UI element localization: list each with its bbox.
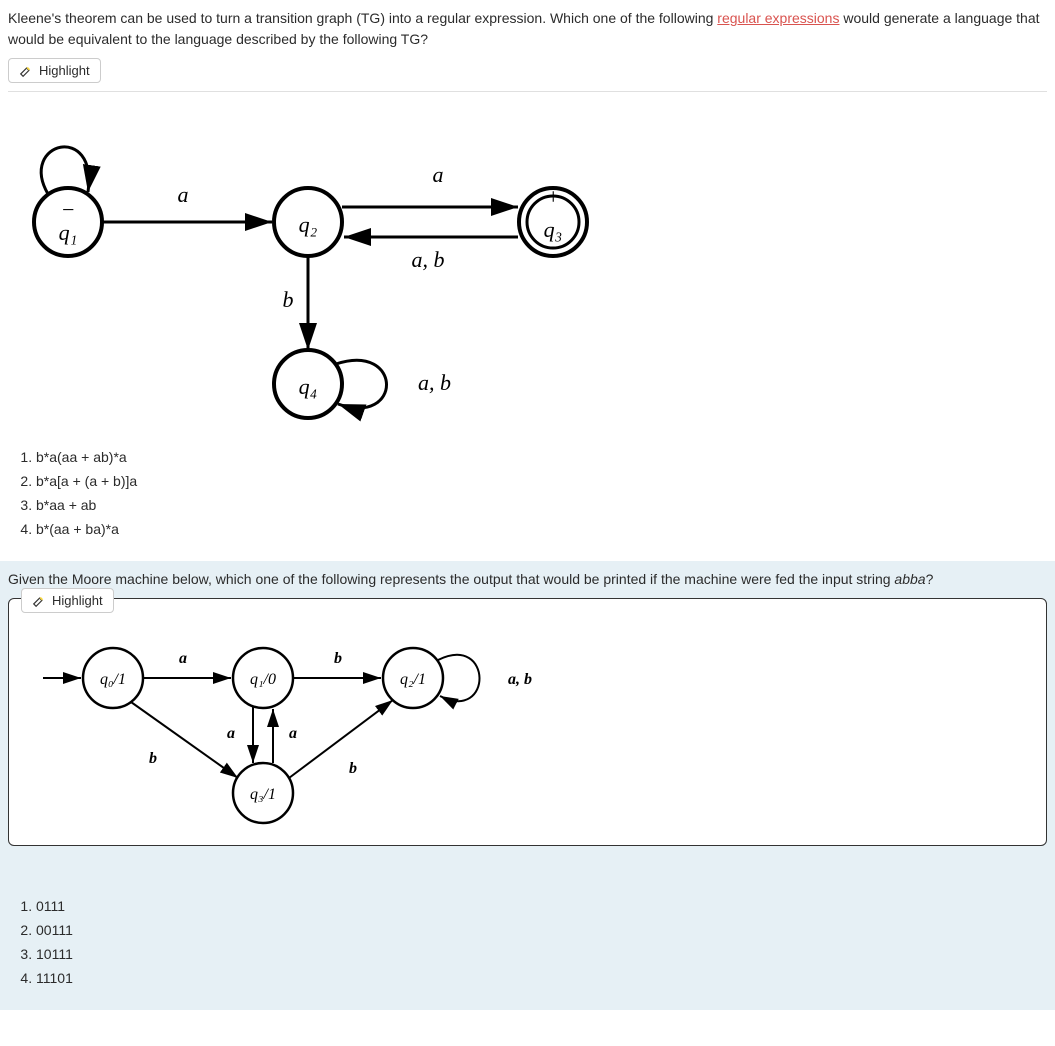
edge-q1-q2m: b <box>334 650 342 667</box>
question-2-text: Given the Moore machine below, which one… <box>8 569 1047 590</box>
state-q4: q₄ <box>299 374 318 399</box>
question-1-text: Kleene's theorem can be used to turn a t… <box>8 8 1047 50</box>
q1-answer-1[interactable]: b*a(aa + ab)*a <box>36 449 1047 465</box>
edge-q3-q2-bot: a, b <box>412 247 445 272</box>
state-q3: q₃ <box>544 217 563 242</box>
edge-q0-q3: b <box>149 750 157 767</box>
highlight-label: Highlight <box>39 63 90 78</box>
q1-answers: b*a(aa + ab)*a b*a[a + (a + b)]a b*aa + … <box>8 437 1047 537</box>
state-q0: q₀/1 <box>100 671 126 688</box>
edge-q1-q3: a <box>227 725 235 742</box>
state-q1: q₁ <box>59 220 78 245</box>
q2-answer-2[interactable]: 00111 <box>36 922 1047 938</box>
q1-answer-4[interactable]: b*(aa + ba)*a <box>36 521 1047 537</box>
q2-answer-1[interactable]: 0111 <box>36 898 1047 914</box>
edge-q0-q1: a <box>179 650 187 667</box>
highlight-label: Highlight <box>52 593 103 608</box>
state-q2: q₂ <box>299 212 318 237</box>
q1-pre: Kleene's theorem can be used to turn a t… <box>8 10 717 26</box>
state-q3m: q₃/1 <box>250 786 276 803</box>
edge-q3-q1: a <box>289 725 297 742</box>
highlight-button-q1[interactable]: Highlight <box>8 58 101 83</box>
question-2: Given the Moore machine below, which one… <box>0 561 1055 1010</box>
highlight-icon <box>19 64 33 78</box>
highlight-icon <box>32 594 46 608</box>
q2-post: ? <box>926 571 934 587</box>
edge-q2-loop: a, b <box>508 671 532 688</box>
edge-q3-q2: b <box>349 760 357 777</box>
svg-text:+: + <box>546 184 561 209</box>
q2-answers: 0111 00111 10111 11101 <box>8 886 1047 986</box>
highlight-button-q2[interactable]: Highlight <box>21 588 114 613</box>
edge-q1-q2: a <box>178 182 189 207</box>
q2-pre: Given the Moore machine below, which one… <box>8 571 894 587</box>
q2-answer-3[interactable]: 10111 <box>36 946 1047 962</box>
regular-expressions-link[interactable]: regular expressions <box>717 10 839 26</box>
svg-text:−: − <box>61 197 76 222</box>
edge-q2-q4: b <box>283 287 294 312</box>
question-1: Kleene's theorem can be used to turn a t… <box>0 0 1055 561</box>
q1-answer-2[interactable]: b*a[a + (a + b)]a <box>36 473 1047 489</box>
moore-diagram-box: Highlight q₀/1 a q₁/0 b q₂ <box>8 598 1047 846</box>
edge-q4-loop: a, b <box>418 370 451 395</box>
q1-answer-3[interactable]: b*aa + ab <box>36 497 1047 513</box>
q2-input-string: abba <box>894 571 925 587</box>
tg-diagram: − q₁ b a q₂ a a, b + q₃ b <box>8 91 1047 425</box>
edge-q2-q3-top: a <box>433 162 444 187</box>
state-q1m: q₁/0 <box>250 671 276 688</box>
state-q2m: q₂/1 <box>400 671 426 688</box>
q2-answer-4[interactable]: 11101 <box>36 970 1047 986</box>
